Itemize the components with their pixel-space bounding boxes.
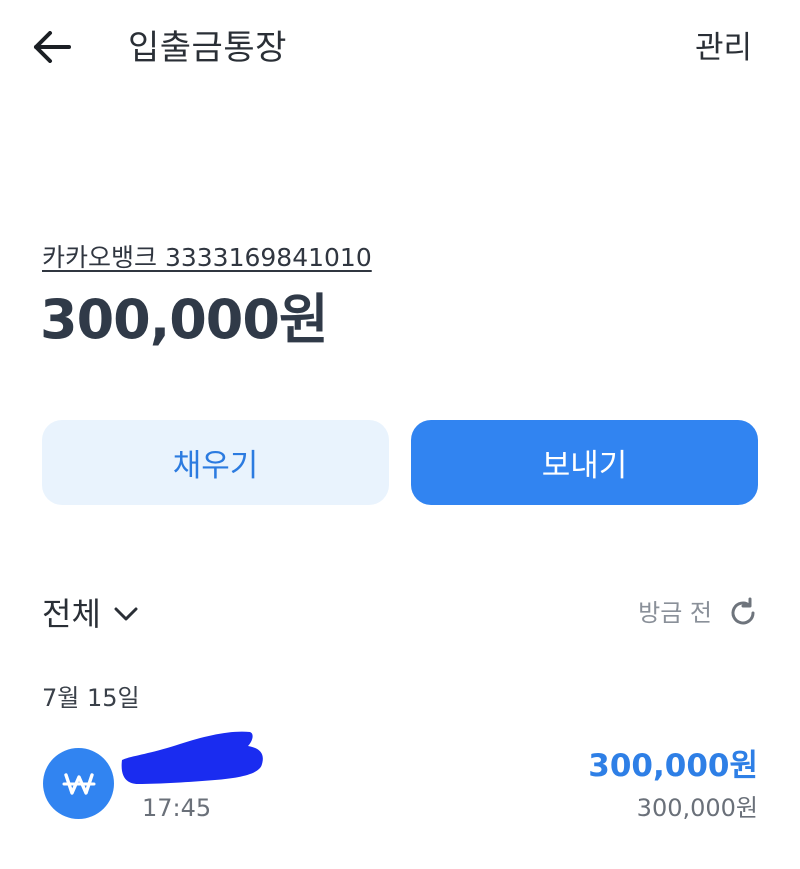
redacted-transaction-name [120, 730, 265, 786]
date-group-label: 7월 15일 [42, 684, 140, 712]
filter-label: 전체 [42, 595, 101, 633]
account-balance: 300,000원 [40, 288, 329, 351]
account-number-link[interactable]: 카카오뱅크 3333169841010 [42, 242, 372, 274]
transaction-filter-dropdown[interactable]: 전체 [42, 594, 139, 634]
send-button[interactable]: 보내기 [411, 420, 758, 505]
won-icon [43, 748, 114, 819]
page-title: 입출금통장 [128, 28, 287, 68]
transaction-balance-after: 300,000원 [636, 794, 758, 822]
manage-button[interactable]: 관리 [695, 28, 752, 68]
transaction-amount: 300,000원 [588, 748, 758, 784]
refresh-button[interactable]: 방금 전 [638, 596, 760, 630]
chevron-down-icon [113, 601, 139, 627]
transaction-row[interactable]: 17:45 300,000원 300,000원 [0, 730, 800, 830]
last-updated-label: 방금 전 [638, 599, 712, 627]
transaction-time: 17:45 [142, 794, 212, 822]
refresh-icon [726, 596, 760, 630]
top-bar: 입출금통장 관리 [0, 0, 800, 100]
arrow-left-icon [33, 31, 71, 67]
fill-button[interactable]: 채우기 [42, 420, 389, 505]
back-button[interactable] [28, 26, 76, 72]
